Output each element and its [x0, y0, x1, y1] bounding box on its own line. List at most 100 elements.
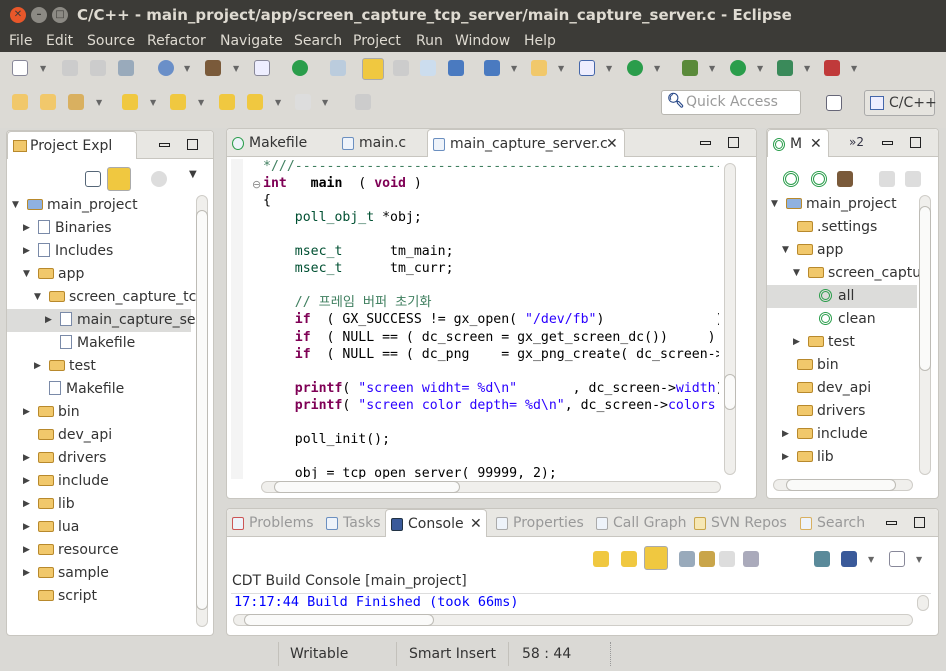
tree-item[interactable]: Makefile	[7, 378, 191, 401]
tree-item[interactable]: .settings	[767, 216, 917, 239]
expand-arrow-open-icon[interactable]: ▼	[23, 263, 30, 286]
console-horizontal-scrollbar[interactable]	[233, 614, 913, 626]
collapse-all-icon[interactable]	[85, 171, 101, 187]
link-with-editor-icon[interactable]	[107, 167, 131, 191]
expand-arrow-closed-icon[interactable]: ▶	[782, 446, 789, 469]
expand-arrow-closed-icon[interactable]: ▶	[23, 516, 30, 539]
clear-console-icon[interactable]	[743, 551, 759, 567]
tab-project-explorer[interactable]: Project Expl	[7, 131, 137, 159]
run-icon[interactable]	[292, 60, 308, 76]
menu-file[interactable]: File	[9, 30, 32, 52]
annotation-icon[interactable]	[393, 60, 409, 76]
brush-icon[interactable]	[68, 94, 84, 110]
expand-arrow-closed-icon[interactable]: ▶	[23, 562, 30, 585]
expand-arrow-open-icon[interactable]: ▼	[34, 286, 41, 309]
print-icon[interactable]	[118, 60, 134, 76]
next-annotation-icon[interactable]	[122, 94, 138, 110]
expand-arrow-closed-icon[interactable]: ▶	[23, 240, 30, 263]
tree-item[interactable]: ▶ Binaries	[7, 217, 191, 240]
menu-search[interactable]: Search	[294, 30, 342, 52]
minimize-icon[interactable]	[882, 141, 893, 145]
tree-item[interactable]: ▶ lib	[7, 493, 191, 516]
menu-source[interactable]: Source	[87, 30, 135, 52]
tab-problems[interactable]: Problems	[227, 509, 319, 537]
minimize-icon[interactable]	[159, 143, 170, 147]
whitespace-icon[interactable]	[448, 60, 464, 76]
tab-console[interactable]: Console ✕	[385, 509, 487, 537]
tree-item[interactable]: drivers	[767, 400, 917, 423]
menu-help[interactable]: Help	[524, 30, 556, 52]
more-views-button[interactable]: »2	[849, 135, 864, 149]
tree-item[interactable]: ▶ lua	[7, 516, 191, 539]
edit-target-icon[interactable]	[811, 171, 827, 187]
vertical-scrollbar[interactable]	[196, 195, 208, 627]
tree-item[interactable]: ▶ sample	[7, 562, 191, 585]
tab-make-targets[interactable]: M ✕	[767, 129, 829, 157]
console-vertical-scrollbar[interactable]	[917, 595, 929, 611]
toggle-mark-icon[interactable]	[330, 60, 346, 76]
tree-item[interactable]: clean	[767, 308, 917, 331]
expand-arrow-closed-icon[interactable]: ▶	[23, 493, 30, 516]
open-perspective-icon[interactable]	[826, 95, 842, 111]
minimize-icon[interactable]	[700, 141, 711, 145]
expand-arrow-closed-icon[interactable]: ▶	[782, 423, 789, 446]
expand-arrow-closed-icon[interactable]: ▶	[23, 539, 30, 562]
tree-item[interactable]: ▼ main_project	[7, 194, 191, 217]
tree-item[interactable]: ▼ app	[767, 239, 917, 262]
view-menu-icon[interactable]: ▼	[189, 169, 197, 180]
perspective-cc-button[interactable]: C/C++	[864, 90, 937, 116]
open-console-icon[interactable]	[889, 551, 905, 567]
scroll-down-icon[interactable]	[593, 551, 609, 567]
horizontal-scrollbar[interactable]	[773, 479, 913, 491]
expand-arrow-open-icon[interactable]: ▼	[771, 193, 778, 216]
new-folder-icon[interactable]	[531, 60, 547, 76]
maximize-icon[interactable]	[187, 139, 198, 150]
save-all-icon[interactable]	[90, 60, 106, 76]
build-target-icon[interactable]	[837, 171, 853, 187]
tree-item[interactable]: ▶ main_capture_se	[7, 309, 195, 332]
close-window-button[interactable]: ✕	[10, 7, 26, 23]
vertical-scrollbar[interactable]	[919, 195, 931, 475]
save-icon[interactable]	[62, 60, 78, 76]
filter-icon[interactable]	[151, 171, 167, 187]
tree-item[interactable]: dev_api	[767, 377, 917, 400]
close-tab-icon[interactable]: ✕	[606, 130, 618, 158]
quick-access-input[interactable]: 🔍︎ Quick Access	[661, 90, 801, 115]
editor-horizontal-scrollbar[interactable]	[261, 481, 721, 493]
tab-svn-repos[interactable]: SVN Repos	[689, 509, 793, 537]
tree-item[interactable]: ▶ Includes	[7, 240, 191, 263]
tab-search[interactable]: Search	[795, 509, 867, 537]
tree-item[interactable]: script	[7, 585, 191, 608]
new-c-project-icon[interactable]	[484, 60, 500, 76]
scroll-up-icon[interactable]	[621, 551, 637, 567]
new-class-icon[interactable]	[627, 60, 643, 76]
tree-item[interactable]: ▼ screen_captu	[767, 262, 921, 285]
build-settings-icon[interactable]	[158, 60, 174, 76]
back-icon[interactable]	[247, 94, 263, 110]
new-c-file-icon[interactable]	[579, 60, 595, 76]
maximize-icon[interactable]	[728, 137, 739, 148]
block-select-icon[interactable]	[420, 60, 436, 76]
last-edit-icon[interactable]	[219, 94, 235, 110]
tree-item[interactable]: ▼ screen_capture_tc	[7, 286, 196, 309]
expand-arrow-closed-icon[interactable]: ▶	[793, 331, 800, 354]
expand-arrow-closed-icon[interactable]: ▶	[34, 355, 41, 378]
open-project-icon[interactable]	[12, 94, 28, 110]
tree-item[interactable]: ▶ resource	[7, 539, 191, 562]
tree-item[interactable]: ▶ drivers	[7, 447, 191, 470]
menu-project[interactable]: Project	[353, 30, 401, 52]
tab-makefile[interactable]: Makefile	[227, 129, 331, 157]
debug-icon[interactable]	[682, 60, 698, 76]
expand-arrow-closed-icon[interactable]: ▶	[23, 470, 30, 493]
tree-item[interactable]: ▶ test	[767, 331, 917, 354]
home-icon[interactable]	[879, 171, 895, 187]
profile-icon[interactable]	[777, 60, 793, 76]
tree-item[interactable]: ▶ lib	[767, 446, 917, 469]
tab-main-capture-server[interactable]: main_capture_server.c ✕	[427, 129, 625, 157]
menu-navigate[interactable]: Navigate	[220, 30, 283, 52]
pin-editor-icon[interactable]	[355, 94, 371, 110]
previous-annotation-icon[interactable]	[170, 94, 186, 110]
maximize-icon[interactable]	[910, 137, 921, 148]
maximize-window-button[interactable]: □	[52, 7, 68, 23]
editor-vertical-scrollbar[interactable]	[724, 163, 736, 475]
